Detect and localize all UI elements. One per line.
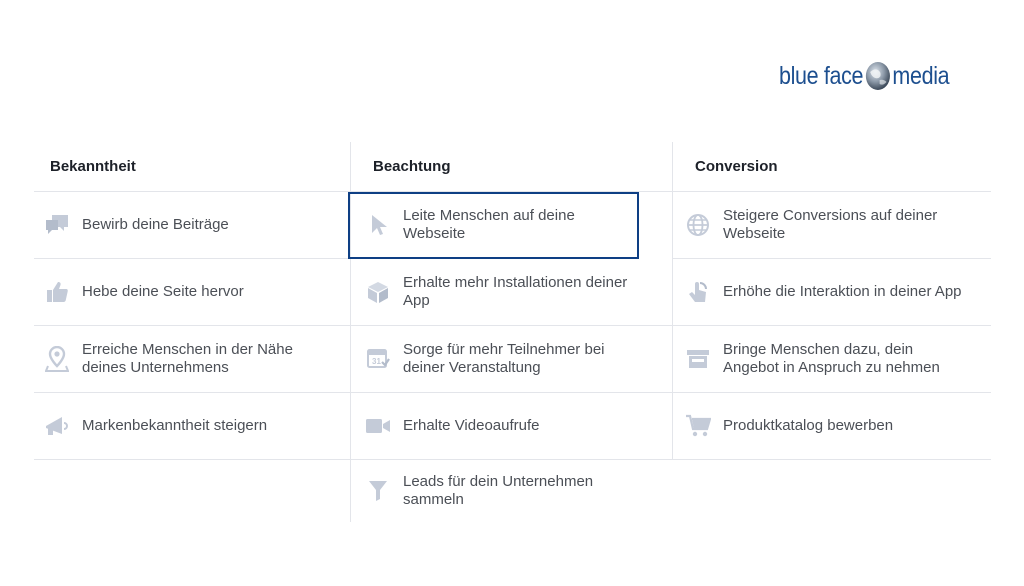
objective-label: Hebe deine Seite hervor	[82, 283, 244, 300]
objective-item[interactable]: Erhalte mehr Installationen deiner App	[351, 259, 673, 326]
objective-label: Bewirb deine Beiträge	[82, 216, 229, 233]
funnel-icon	[365, 478, 391, 504]
globe-icon	[685, 212, 711, 238]
objective-item[interactable]: Bewirb deine Beiträge	[34, 192, 350, 259]
objective-grid: Bekanntheit Bewirb deine Beiträge Hebe d…	[34, 142, 991, 522]
brand-logo: blue face media	[779, 60, 950, 92]
megaphone-icon	[44, 413, 70, 439]
objective-label: Erreiche Menschen in der Nähe deines Unt…	[82, 341, 293, 376]
cursor-icon	[365, 212, 391, 238]
objective-item[interactable]: Hebe deine Seite hervor	[34, 259, 350, 326]
objective-label: Erhöhe die Interaktion in deiner App	[723, 283, 962, 300]
shopping-cart-icon	[685, 413, 711, 439]
objective-label: Markenbekanntheit steigern	[82, 417, 268, 434]
objective-item[interactable]: Steigere Conversions auf deiner Webseite	[673, 192, 991, 259]
thumbs-up-icon	[44, 279, 70, 305]
objective-label: Sorge für mehr Teilnehmer bei deiner Ver…	[403, 341, 605, 376]
objective-item[interactable]: Erreiche Menschen in der Nähe deines Unt…	[34, 326, 350, 393]
column-beachtung: Beachtung Leite Menschen auf deine Webse…	[348, 142, 673, 522]
objective-item[interactable]: Markenbekanntheit steigern	[34, 393, 350, 460]
column-bekanntheit: Bekanntheit Bewirb deine Beiträge Hebe d…	[34, 142, 350, 460]
brand-name-part2: media	[892, 61, 950, 90]
touch-icon	[685, 279, 711, 305]
objective-item[interactable]: Leads für dein Unternehmen sammeln	[351, 460, 673, 522]
storefront-icon	[685, 346, 711, 372]
objective-item[interactable]: Erhalte Videoaufrufe	[351, 393, 673, 460]
chat-bubbles-icon	[44, 212, 70, 238]
objective-label: Produktkatalog bewerben	[723, 417, 894, 434]
objective-label: Leads für dein Unternehmen sammeln	[403, 473, 594, 508]
column-heading: Beachtung	[351, 142, 673, 192]
objective-item[interactable]: Produktkatalog bewerben	[673, 393, 991, 460]
objective-label: Leite Menschen auf deine Webseite	[403, 207, 575, 242]
calendar-icon: 31	[365, 346, 391, 372]
brand-name-part1: blue face	[779, 61, 864, 90]
svg-text:31: 31	[372, 357, 381, 366]
column-conversion: Conversion Steigere Conversions auf dein…	[672, 142, 991, 460]
objective-item-selected[interactable]: Leite Menschen auf deine Webseite	[348, 192, 639, 259]
objective-label: Erhalte Videoaufrufe	[403, 417, 540, 434]
location-pin-icon	[44, 346, 70, 372]
column-heading: Conversion	[673, 142, 991, 192]
column-heading: Bekanntheit	[34, 142, 350, 192]
objective-item[interactable]: Erhöhe die Interaktion in deiner App	[673, 259, 991, 326]
globe-logo-icon	[864, 60, 892, 92]
objective-item[interactable]: Bringe Menschen dazu, dein Angebot in An…	[673, 326, 991, 393]
video-camera-icon	[365, 413, 391, 439]
objective-item[interactable]: 31 Sorge für mehr Teilnehmer bei deiner …	[351, 326, 673, 393]
objective-label: Bringe Menschen dazu, dein Angebot in An…	[723, 341, 940, 376]
objective-label: Steigere Conversions auf deiner Webseite	[723, 207, 938, 242]
objective-label: Erhalte mehr Installationen deiner App	[403, 274, 628, 309]
box-icon	[365, 279, 391, 305]
